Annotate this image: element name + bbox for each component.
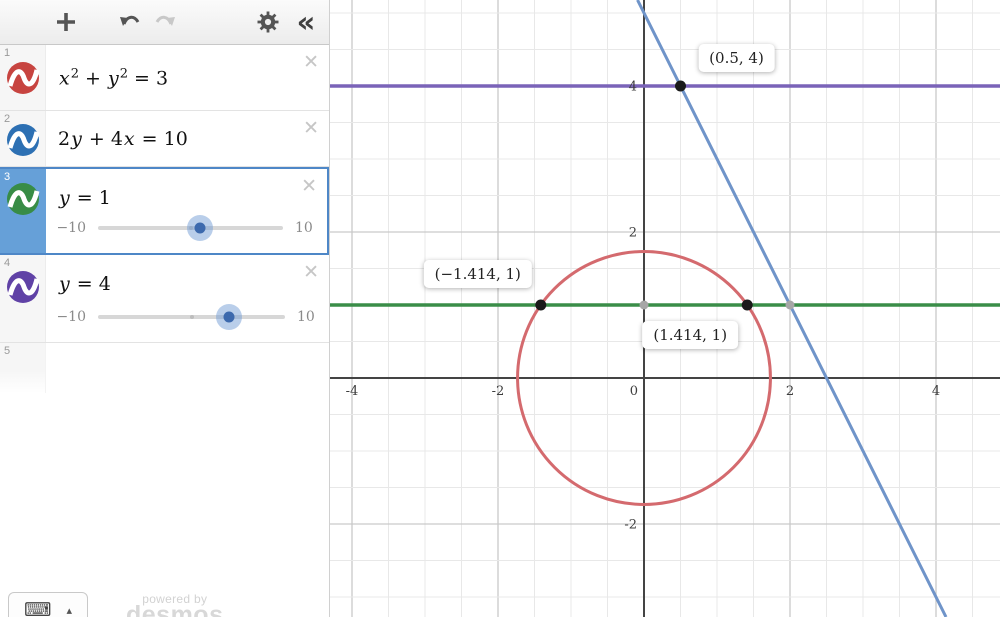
expression-content[interactable]: x2 + y2 = 3 ✕	[46, 45, 329, 110]
expression-latex[interactable]: y = 4	[58, 273, 111, 295]
slider-center-tick	[189, 315, 194, 319]
undo-button[interactable]	[116, 8, 144, 36]
plus-icon	[57, 13, 75, 31]
slider: −10 10	[46, 215, 327, 241]
slider-max-label: 10	[295, 220, 313, 236]
double-chevron-left-icon: «	[296, 5, 316, 39]
y-tick-label: -2	[624, 518, 637, 533]
slider-max-label: 10	[297, 309, 315, 325]
expression-sidebar: « 1 x2 + y2 = 3 ✕ 2 2y + 4x = 10 ✕ 3 y =…	[0, 0, 330, 617]
expression-row-5-empty[interactable]: 5	[0, 343, 329, 393]
slider-handle-dot	[194, 222, 206, 234]
expression-row-4[interactable]: 4 y = 4 ✕ −10 10	[0, 255, 329, 343]
slider-track[interactable]	[98, 304, 285, 330]
expression-row-3[interactable]: 3 y = 1 ✕ −10 10	[0, 167, 329, 255]
y-tick-label: 4	[629, 80, 637, 95]
show-keyboard-button[interactable]: ⌨ ▴	[8, 592, 88, 617]
graph-point-black[interactable]	[741, 299, 753, 311]
expression-color-icon[interactable]	[6, 123, 40, 162]
close-icon[interactable]: ✕	[303, 119, 319, 138]
expression-color-icon[interactable]	[6, 61, 40, 100]
redo-button[interactable]	[151, 8, 179, 36]
expression-gutter: 5	[0, 343, 46, 393]
x-tick-label: -2	[492, 384, 505, 399]
keyboard-icon: ⌨	[24, 599, 52, 617]
desmos-wave-icon	[7, 124, 40, 156]
graph-paper[interactable]: -4 -2 0 2 4 4 2 -2 (0.5, 4) (−1.414, 1) (1.414, 1…	[330, 0, 1000, 617]
graph-canvas[interactable]: -4 -2 0 2 4 4 2 -2	[330, 0, 1000, 617]
expression-row-2[interactable]: 2 2y + 4x = 10 ✕	[0, 111, 329, 167]
desmos-watermark: powered by desmos	[126, 592, 223, 617]
gear-icon	[257, 11, 279, 33]
undo-arrow-icon	[120, 15, 140, 26]
slider-handle[interactable]	[215, 304, 242, 330]
slider-track[interactable]	[98, 215, 283, 241]
expression-latex[interactable]: 2y + 4x = 10	[58, 128, 188, 150]
redo-arrow-icon	[155, 15, 175, 26]
slider-handle-dot	[223, 311, 235, 323]
caret-up-icon: ▴	[66, 603, 72, 617]
expression-latex[interactable]: y = 1	[58, 187, 111, 209]
desmos-app: « 1 x2 + y2 = 3 ✕ 2 2y + 4x = 10 ✕ 3 y =…	[0, 0, 1000, 617]
expression-color-icon[interactable]	[6, 182, 40, 221]
close-icon[interactable]: ✕	[303, 263, 319, 282]
row-number: 1	[4, 47, 11, 59]
settings-button[interactable]	[254, 8, 282, 36]
collapse-panel-button[interactable]: «	[292, 5, 320, 39]
desmos-wave-icon	[7, 183, 40, 215]
expression-content[interactable]: y = 4 ✕ −10 10	[46, 255, 329, 342]
expression-gutter: 4	[0, 255, 46, 342]
desmos-wave-icon	[7, 271, 40, 303]
close-icon[interactable]: ✕	[303, 53, 319, 72]
desmos-logo-text: desmos	[126, 601, 224, 617]
slider-handle[interactable]	[186, 215, 213, 241]
expression-content[interactable]: 2y + 4x = 10 ✕	[46, 111, 329, 166]
x-tick-label: -4	[346, 384, 359, 399]
expression-gutter: 2	[0, 111, 46, 166]
x-tick-label: 0	[630, 384, 638, 399]
add-expression-button[interactable]	[52, 8, 80, 36]
graph-point-gray[interactable]	[639, 300, 649, 310]
graph-point-black[interactable]	[675, 80, 686, 92]
close-icon[interactable]: ✕	[301, 177, 317, 196]
expression-gutter: 1	[0, 45, 46, 110]
expression-content[interactable]	[46, 343, 329, 393]
graph-point-black[interactable]	[535, 299, 547, 311]
row-number: 4	[4, 257, 11, 269]
x-tick-label: 2	[786, 384, 794, 399]
toolbar: «	[0, 0, 329, 45]
row-number: 5	[4, 345, 11, 357]
expression-row-1[interactable]: 1 x2 + y2 = 3 ✕	[0, 45, 329, 111]
expression-color-icon[interactable]	[6, 270, 40, 309]
y-tick-label: 2	[629, 226, 637, 241]
x-tick-label: 4	[932, 384, 940, 399]
expression-latex[interactable]: x2 + y2 = 3	[58, 66, 168, 89]
desmos-wave-icon	[7, 62, 40, 94]
slider-min-label: −10	[56, 220, 86, 236]
expression-gutter: 3	[0, 169, 46, 253]
slider-min-label: −10	[56, 309, 86, 325]
expression-content[interactable]: y = 1 ✕ −10 10	[46, 169, 329, 253]
graph-point-gray[interactable]	[785, 300, 795, 310]
slider: −10 10	[46, 304, 329, 330]
